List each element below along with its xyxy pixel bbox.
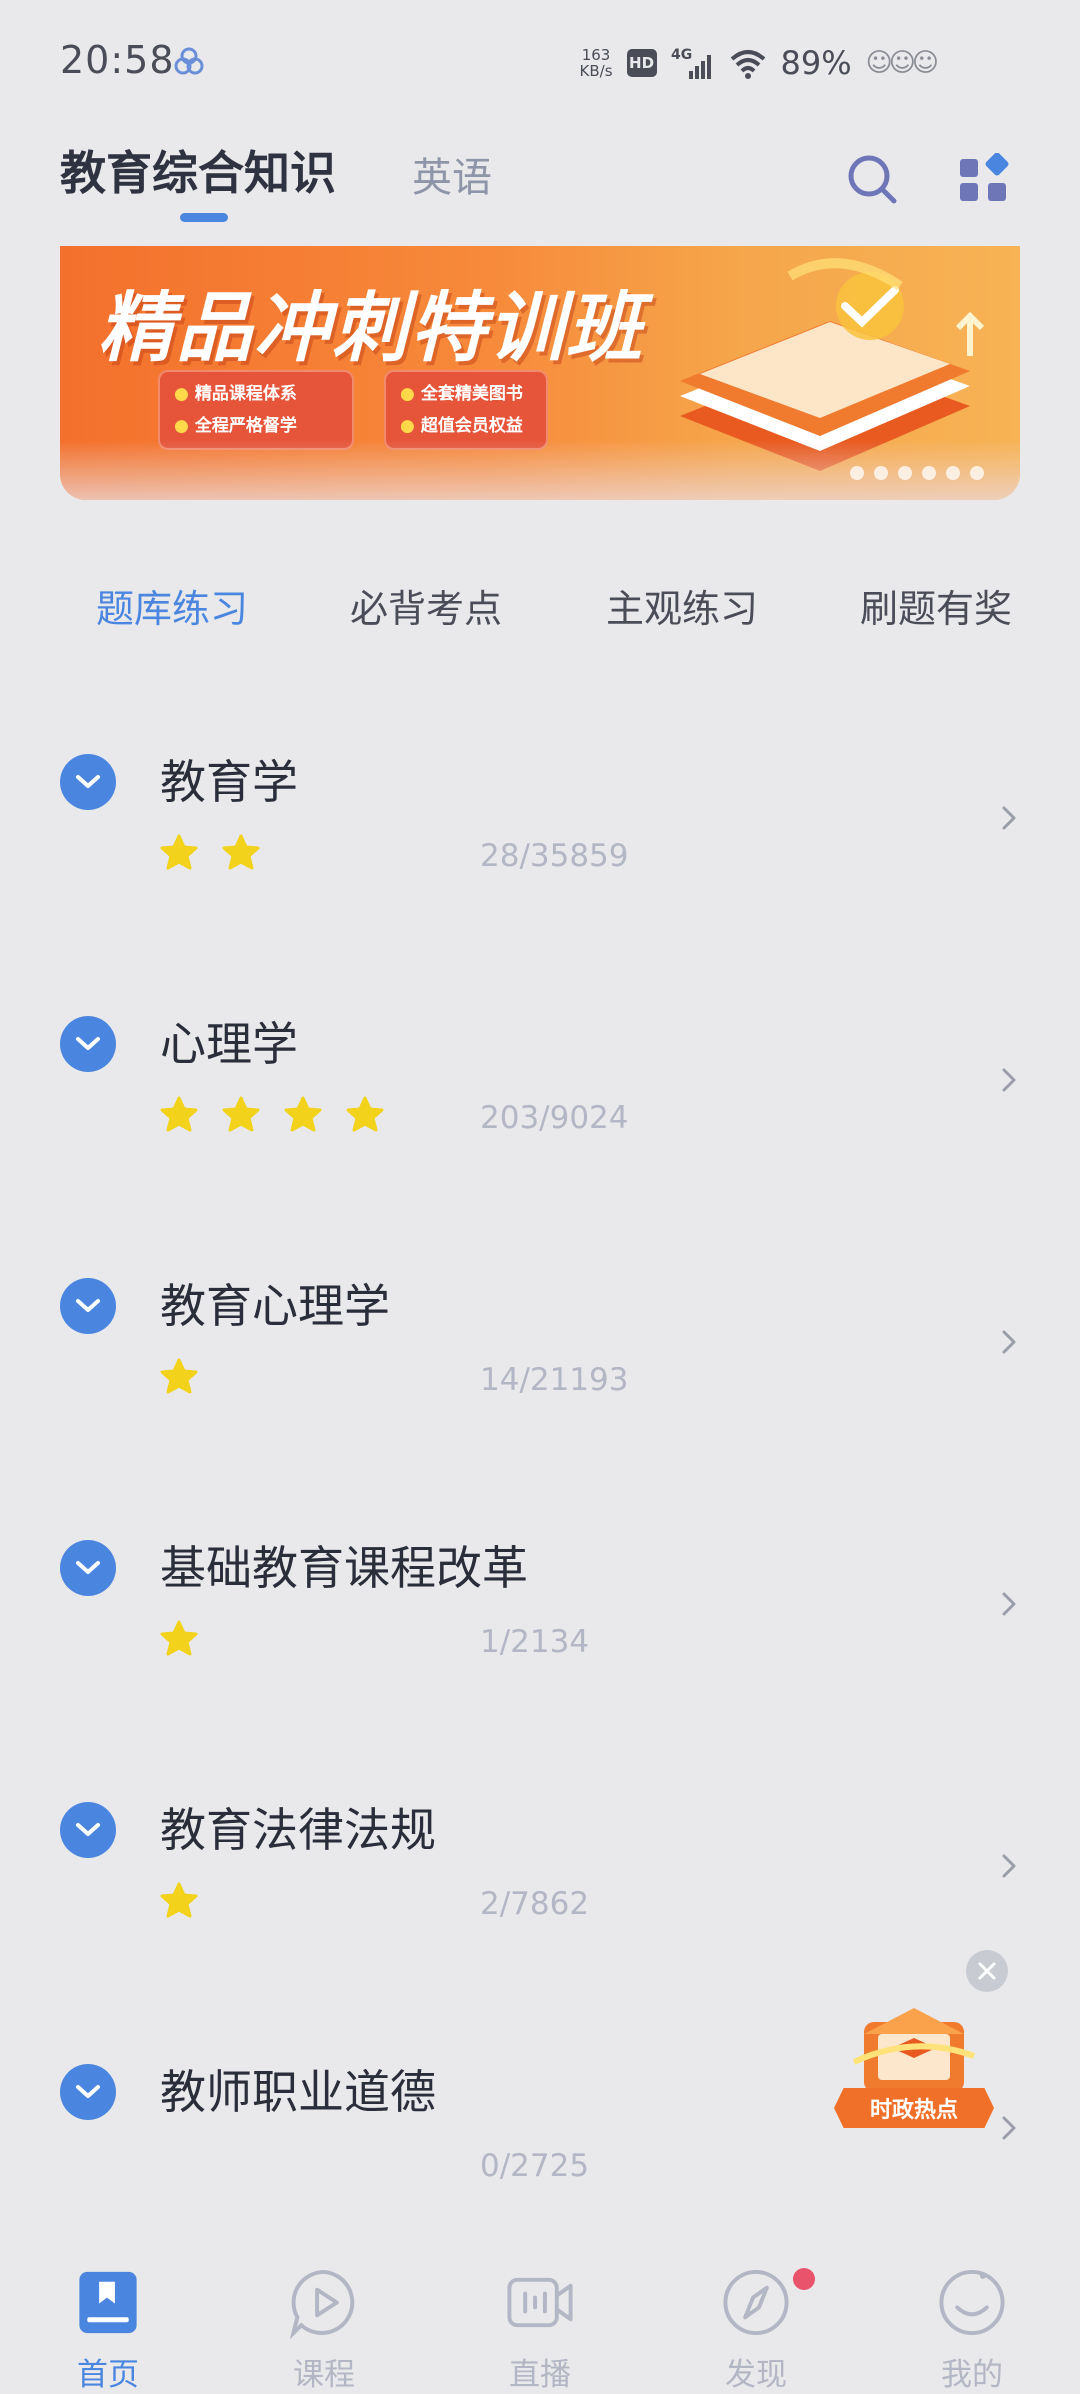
hd-badge: HD [626,49,657,77]
news-promo-label[interactable]: 时政热点 [834,2088,994,2128]
app-notification-icon [174,47,204,75]
status-bar: 20:58 163 KB/s HD 4G 89% ☺☺☺ [0,0,1080,125]
star-icon [160,834,198,870]
star-icon [346,1096,384,1132]
status-time: 20:58 [60,38,175,82]
expand-chevron-icon[interactable] [60,1540,116,1596]
subject-progress: 203/9024 [480,1100,629,1136]
bottom-nav: 首页 课程 直播 发现 我的 [0,2240,1080,2394]
subject-progress: 14/21193 [480,1362,629,1398]
wifi-icon [730,50,765,79]
banner-dot [898,466,912,480]
subject-row[interactable]: 教育心理学 14/21193 [0,1278,1080,1540]
expand-chevron-icon[interactable] [60,1802,116,1858]
subject-title: 教育心理学 [160,1279,390,1333]
category-tabs: 题库练习 必背考点 主观练习 刷题有奖 [0,578,1080,642]
chevron-right-icon[interactable] [998,1060,1022,1100]
subject-progress: 0/2725 [480,2148,590,2184]
star-icon [222,1096,260,1132]
nav-course[interactable]: 课程 [254,2240,394,2394]
expand-chevron-icon[interactable] [60,754,116,810]
star-rating [160,1358,198,1396]
expand-chevron-icon[interactable] [60,1278,116,1334]
nav-profile[interactable]: 我的 [902,2240,1042,2394]
course-play-icon [289,2269,355,2339]
tab-key-points[interactable]: 必背考点 [350,578,502,633]
subject-row[interactable]: 心理学 203/9024 [0,1016,1080,1278]
expand-chevron-icon[interactable] [60,1016,116,1072]
nav-label: 课程 [293,2357,355,2393]
nav-live[interactable]: 直播 [470,2240,610,2394]
subject-progress: 1/2134 [480,1624,590,1660]
banner-dot [850,466,864,480]
star-icon [160,1882,198,1918]
mascot-icons: ☺☺☺ [865,48,939,78]
battery-level: 89% [780,44,852,82]
tab-education-knowledge[interactable]: 教育综合知识 [60,137,336,203]
star-rating [160,1096,384,1134]
notification-badge [793,2268,815,2290]
net-speed: 163 KB/s [579,46,613,80]
subject-title: 心理学 [160,1017,298,1071]
star-rating [160,1620,198,1658]
tab-subjective-practice[interactable]: 主观练习 [606,578,758,633]
header: 教育综合知识 英语 [0,125,1080,245]
banner-dot [946,466,960,480]
star-rating [160,834,260,872]
home-book-icon [79,2271,137,2334]
subject-title: 基础教育课程改革 [160,1541,528,1595]
apps-grid-icon[interactable] [958,153,1010,205]
banner-dot [922,466,936,480]
chevron-right-icon[interactable] [998,1322,1022,1362]
chevron-right-icon[interactable] [998,798,1022,838]
nav-label: 我的 [941,2357,1003,2393]
chevron-right-icon[interactable] [998,2108,1022,2148]
nav-home[interactable]: 首页 [38,2240,178,2394]
banner-title: 精品冲刺特训班 [98,283,644,372]
live-video-icon [507,2277,573,2328]
banner-dot [874,466,888,480]
subject-progress: 2/7862 [480,1886,590,1922]
subject-title: 教育学 [160,755,298,809]
banner-feature-box-right: ● 全套精美图书 ● 超值会员权益 [384,370,548,450]
tab-english[interactable]: 英语 [412,145,492,203]
nav-label: 首页 [77,2357,139,2393]
nav-label: 直播 [509,2357,571,2393]
star-icon [160,1358,198,1394]
discover-compass-icon [723,2269,789,2336]
tab-question-bank[interactable]: 题库练习 [96,578,248,633]
subject-row[interactable]: 教育学 28/35859 [0,754,1080,1016]
banner-feature-box-left: ● 精品课程体系 ● 全程严格督学 [158,370,354,450]
tab-practice-rewards[interactable]: 刷题有奖 [860,578,1012,633]
chevron-right-icon[interactable] [998,1846,1022,1886]
subject-title: 教师职业道德 [160,2065,436,2119]
banner-dot [970,466,984,480]
subject-row[interactable]: 基础教育课程改革 1/2134 [0,1540,1080,1802]
nav-label: 发现 [725,2357,787,2393]
chevron-right-icon[interactable] [998,1584,1022,1624]
search-icon[interactable] [846,153,898,205]
network-type: 4G [671,47,692,63]
subject-progress: 28/35859 [480,838,629,874]
star-icon [160,1620,198,1656]
active-tab-indicator [180,213,228,222]
expand-chevron-icon[interactable] [60,2064,116,2120]
signal-icon: 4G [671,47,711,79]
star-icon [284,1096,322,1132]
subject-title: 教育法律法规 [160,1803,436,1857]
star-icon [160,1096,198,1132]
close-icon[interactable] [966,1950,1008,1992]
profile-icon [939,2269,1005,2336]
nav-discover[interactable]: 发现 [686,2240,826,2394]
star-rating [160,1882,198,1920]
banner-pagination [850,466,984,480]
star-icon [222,834,260,870]
promo-banner[interactable]: 精品冲刺特训班 ● 精品课程体系 ● 全程严格督学 ● 全套精美图书 ● 超值会员权益 [60,246,1020,500]
